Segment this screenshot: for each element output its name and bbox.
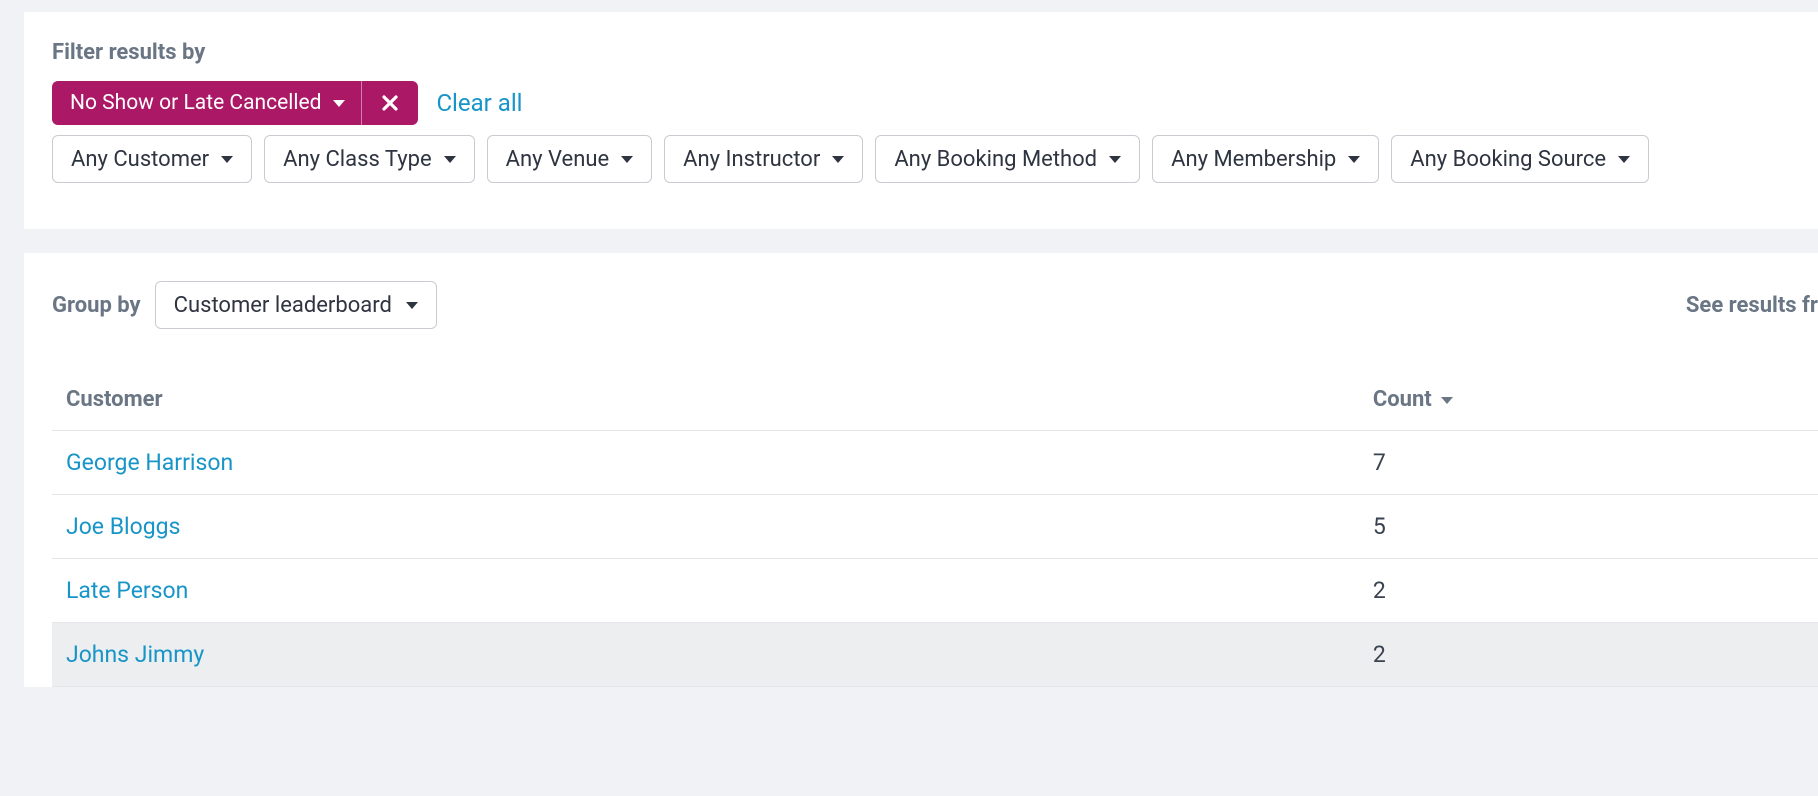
results-table: Customer Count George Harrison 7 Joe Blo… <box>52 373 1818 687</box>
column-header-customer[interactable]: Customer <box>52 373 1359 431</box>
active-filter-row: No Show or Late Cancelled Clear all <box>52 81 1790 125</box>
caret-down-icon <box>333 100 345 107</box>
remove-filter-button[interactable] <box>362 81 418 125</box>
filter-membership[interactable]: Any Membership <box>1152 135 1379 183</box>
table-row: George Harrison 7 <box>52 431 1818 495</box>
caret-down-icon <box>832 156 844 163</box>
active-filter-dropdown[interactable]: No Show or Late Cancelled <box>52 81 361 125</box>
column-header-label: Customer <box>66 387 163 412</box>
group-by-select[interactable]: Customer leaderboard <box>155 281 437 329</box>
filter-class-type[interactable]: Any Class Type <box>264 135 475 183</box>
filter-label: Any Booking Source <box>1410 147 1606 172</box>
filter-label: Any Venue <box>506 147 610 172</box>
count-cell: 2 <box>1359 559 1818 623</box>
filter-booking-source[interactable]: Any Booking Source <box>1391 135 1649 183</box>
filter-label: Any Booking Method <box>894 147 1097 172</box>
filter-panel: Filter results by No Show or Late Cancel… <box>24 12 1818 229</box>
group-by-label: Group by <box>52 293 141 318</box>
active-filter-pill: No Show or Late Cancelled <box>52 81 418 125</box>
caret-down-icon <box>406 302 418 309</box>
caret-down-icon <box>1109 156 1121 163</box>
sort-desc-icon <box>1441 397 1453 404</box>
customer-link[interactable]: Late Person <box>66 577 188 604</box>
count-cell: 5 <box>1359 495 1818 559</box>
table-row: Johns Jimmy 2 <box>52 623 1818 687</box>
caret-down-icon <box>1618 156 1630 163</box>
filter-label: Any Class Type <box>283 147 432 172</box>
customer-link[interactable]: Johns Jimmy <box>66 641 204 668</box>
table-row: Late Person 2 <box>52 559 1818 623</box>
count-cell: 7 <box>1359 431 1818 495</box>
filter-customer[interactable]: Any Customer <box>52 135 252 183</box>
table-header-row: Customer Count <box>52 373 1818 431</box>
filter-label: Any Instructor <box>683 147 820 172</box>
results-panel: Group by Customer leaderboard See result… <box>24 253 1818 687</box>
caret-down-icon <box>1348 156 1360 163</box>
filter-dropdown-row: Any Customer Any Class Type Any Venue An… <box>52 135 1790 183</box>
caret-down-icon <box>221 156 233 163</box>
filter-instructor[interactable]: Any Instructor <box>664 135 863 183</box>
table-row: Joe Bloggs 5 <box>52 495 1818 559</box>
active-filter-label: No Show or Late Cancelled <box>70 91 321 115</box>
close-icon <box>381 94 399 112</box>
filter-label: Any Membership <box>1171 147 1336 172</box>
column-header-label: Count <box>1373 387 1432 412</box>
see-results-label: See results fr <box>1686 293 1818 318</box>
filter-label: Any Customer <box>71 147 209 172</box>
count-cell: 2 <box>1359 623 1818 687</box>
caret-down-icon <box>621 156 633 163</box>
customer-link[interactable]: Joe Bloggs <box>66 513 180 540</box>
caret-down-icon <box>444 156 456 163</box>
filter-booking-method[interactable]: Any Booking Method <box>875 135 1140 183</box>
customer-link[interactable]: George Harrison <box>66 449 233 476</box>
group-by-row: Group by Customer leaderboard See result… <box>52 281 1818 329</box>
group-by-selected: Customer leaderboard <box>174 293 392 318</box>
filter-venue[interactable]: Any Venue <box>487 135 653 183</box>
filter-heading: Filter results by <box>52 40 1790 65</box>
clear-all-link[interactable]: Clear all <box>436 89 522 117</box>
column-header-count[interactable]: Count <box>1359 373 1818 431</box>
